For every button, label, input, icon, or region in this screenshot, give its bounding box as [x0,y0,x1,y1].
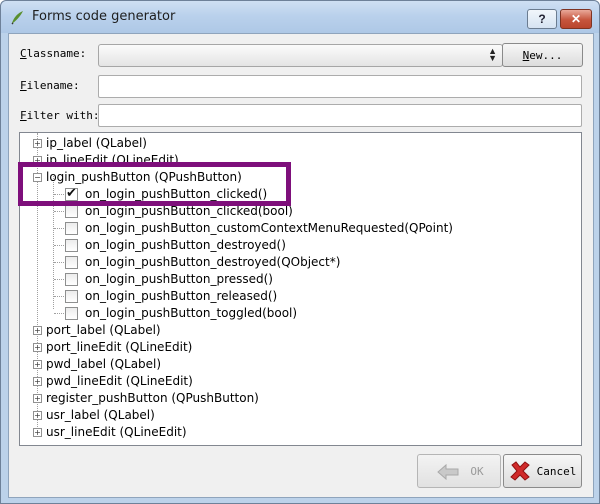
expand-icon[interactable]: + [33,394,42,403]
signal-checkbox[interactable] [65,239,78,252]
title-bar: Forms code generator ? ✕ [1,1,599,33]
app-icon [11,11,23,25]
signal-checkbox[interactable] [65,273,78,286]
tree-item-label: port_lineEdit (QLineEdit) [46,340,193,354]
cancel-x-icon [509,461,530,481]
dialog-window: Forms code generator ? ✕ Classname: ▲ ▼ N… [0,0,600,504]
window-title: Forms code generator [32,9,176,24]
tree-item-label: pwd_label (QLabel) [46,357,162,371]
filter-label: Filter with: [20,109,100,122]
filename-input[interactable] [98,75,582,98]
tree-item-label: usr_lineEdit (QLineEdit) [46,425,187,439]
expand-icon[interactable]: + [33,139,42,148]
tree-item-label: on_login_pushButton_destroyed(QObject*) [85,255,341,269]
tree-item-usr-lineedit[interactable]: + usr_lineEdit (QLineEdit) [20,424,581,441]
help-icon: ? [538,12,546,26]
tree-item-label: port_label (QLabel) [46,323,161,337]
tree-item-pwd-label[interactable]: + pwd_label (QLabel) [20,356,581,373]
tree-item-register-pushbutton[interactable]: + register_pushButton (QPushButton) [20,390,581,407]
signal-checkbox[interactable] [65,256,78,269]
expand-icon[interactable]: + [33,326,42,335]
expand-icon[interactable]: + [33,428,42,437]
tree-item-usr-label[interactable]: + usr_label (QLabel) [20,407,581,424]
filename-label: Filename: [20,79,80,92]
tree-item-label: on_login_pushButton_toggled(bool) [85,306,298,320]
close-icon: ✕ [570,12,582,26]
close-button[interactable]: ✕ [560,9,592,29]
tree-item-port-label[interactable]: + port_label (QLabel) [20,322,581,339]
tree-item-pwd-lineedit[interactable]: + pwd_lineEdit (QLineEdit) [20,373,581,390]
expand-icon[interactable]: + [33,343,42,352]
dialog-body: Classname: ▲ ▼ New... Filename: Filter wi… [8,33,594,498]
tree-item-signal[interactable]: on_login_pushButton_destroyed() [20,237,581,254]
cancel-button[interactable]: Cancel [503,454,582,488]
tree-item-signal[interactable]: on_login_pushButton_customContextMenuReq… [20,220,581,237]
signal-checkbox[interactable] [65,290,78,303]
tree-item-label: usr_label (QLabel) [46,408,155,422]
signal-checkbox[interactable] [65,222,78,235]
ok-button[interactable]: OK [417,454,501,488]
expand-icon[interactable]: + [33,360,42,369]
tree-item-signal[interactable]: on_login_pushButton_pressed() [20,271,581,288]
tree-item-label: ip_label (QLabel) [46,136,147,150]
filter-input[interactable] [98,104,582,127]
tree-item-label: on_login_pushButton_released() [85,289,278,303]
signal-checkbox[interactable] [65,307,78,320]
signal-checkbox[interactable] [65,205,78,218]
tree-item-label: pwd_lineEdit (QLineEdit) [46,374,193,388]
classname-combobox[interactable]: ▲ ▼ [98,44,503,67]
annotation-highlight-box [18,162,291,206]
tree-item-label: register_pushButton (QPushButton) [46,391,259,405]
expand-icon[interactable]: + [33,411,42,420]
help-button[interactable]: ? [527,9,557,29]
expand-icon[interactable]: + [33,377,42,386]
tree-item-signal[interactable]: on_login_pushButton_toggled(bool) [20,305,581,322]
new-class-button[interactable]: New... [502,43,583,67]
tree-item-port-lineedit[interactable]: + port_lineEdit (QLineEdit) [20,339,581,356]
tree-item-signal[interactable]: on_login_pushButton_destroyed(QObject*) [20,254,581,271]
tree-item-signal[interactable]: on_login_pushButton_released() [20,288,581,305]
tree-item-label: on_login_pushButton_destroyed() [85,238,286,252]
tree-item-label: on_login_pushButton_customContextMenuReq… [85,221,453,235]
tree-item-label: on_login_pushButton_pressed() [85,272,273,286]
classname-label: Classname: [20,47,87,60]
updown-arrow-icon: ▲ ▼ [488,46,497,63]
tree-item-ip-label[interactable]: + ip_label (QLabel) [20,135,581,152]
ok-arrow-icon [437,463,459,481]
